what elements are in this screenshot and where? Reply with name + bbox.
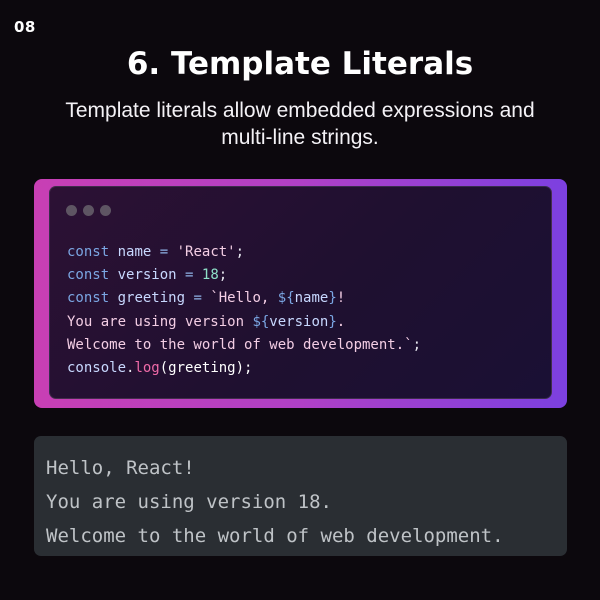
- window-dot-icon: [66, 205, 77, 216]
- code-token: ;: [218, 267, 228, 284]
- code-token: .: [336, 313, 346, 330]
- output-line: You are using version 18.: [46, 491, 332, 513]
- window-controls: [66, 205, 111, 216]
- code-token: `Hello,: [210, 290, 278, 307]
- subtitle-line: multi-line strings.: [221, 126, 379, 149]
- code-token: ;: [412, 336, 422, 353]
- code-token: log: [134, 359, 160, 376]
- code-token: =: [151, 244, 177, 260]
- code-token: const: [67, 244, 110, 260]
- code-frame: const name = 'React'; const version = 18;…: [34, 179, 567, 408]
- code-token: name: [294, 290, 329, 307]
- code-token: Welcome to the world of web development.…: [67, 336, 413, 353]
- code-token: greeting: [117, 290, 186, 307]
- console-output-text: Hello, React! You are using version 18. We…: [46, 451, 504, 553]
- code-token: 18: [201, 267, 219, 284]
- code-line: console.log(greeting);: [67, 357, 421, 380]
- window-dot-icon: [83, 205, 94, 216]
- slide-title: 6. Template Literals: [126, 46, 474, 82]
- subtitle-line: Template literals allow embedded express…: [65, 99, 535, 122]
- code-token: 'React': [176, 244, 236, 260]
- code-token: =: [185, 290, 211, 307]
- slide-subtitle: Template literals allow embedded express…: [30, 97, 570, 151]
- window-dot-icon: [100, 205, 111, 216]
- code-token: const: [67, 267, 110, 284]
- code-token: version: [269, 313, 329, 330]
- code-token: ${: [277, 290, 295, 307]
- code-token: ;: [235, 244, 245, 260]
- code-line: const greeting = `Hello, ${name}!: [67, 287, 421, 310]
- code-token: (greeting);: [159, 359, 253, 376]
- output-line: Hello, React!: [46, 457, 195, 479]
- code-token: version: [117, 267, 177, 284]
- code-token: console: [67, 359, 127, 376]
- console-output: Hello, React! You are using version 18. We…: [34, 436, 567, 556]
- code-line: const version = 18;: [67, 264, 421, 287]
- code-token: =: [176, 267, 202, 284]
- code-line: const name = 'React';: [67, 241, 421, 264]
- code-token: }: [328, 290, 337, 307]
- code-window: const name = 'React'; const version = 18;…: [49, 186, 552, 399]
- code-token: name: [117, 244, 152, 260]
- code-line: Welcome to the world of web development.…: [67, 334, 421, 357]
- code-token: }: [328, 313, 337, 330]
- code-token: const: [67, 290, 110, 307]
- code-line: You are using version ${version}.: [67, 311, 421, 334]
- output-line: Welcome to the world of web development.: [46, 525, 504, 547]
- code-block: const name = 'React'; const version = 18;…: [67, 241, 421, 380]
- code-token: ${: [252, 313, 270, 330]
- page-number: 08: [14, 18, 36, 36]
- code-token: You are using version: [67, 313, 253, 330]
- code-token: !: [336, 290, 346, 307]
